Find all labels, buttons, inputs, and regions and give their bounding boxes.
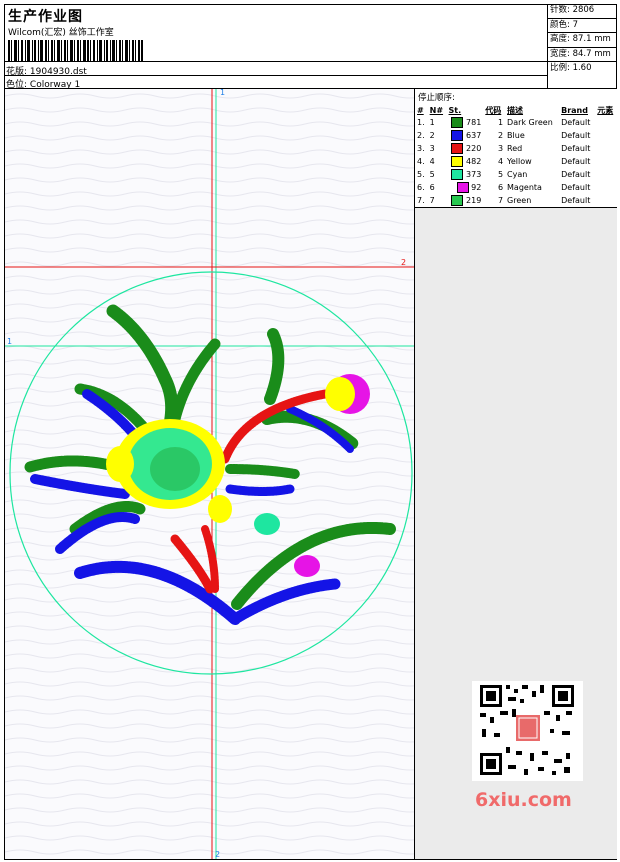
guide-label-right: 2 — [401, 258, 406, 267]
table-row: 6. 6 92 6 Magenta Default — [415, 181, 617, 194]
stats-box: 针数: 2806 颜色: 7 高度: 87.1 mm 宽度: 84.7 mm 比… — [548, 4, 617, 76]
row-desc: Green — [507, 196, 532, 205]
row-brand: Default — [561, 183, 591, 192]
row-number: 5. — [417, 170, 425, 179]
stitch-count: 针数: 2806 — [548, 4, 617, 19]
row-n: 1 — [429, 118, 435, 127]
row-code: 2 — [497, 131, 504, 140]
row-n: 7 — [429, 196, 435, 205]
col-desc: 描述 — [507, 105, 524, 115]
row-stitches: 781 — [466, 118, 482, 127]
legend-title: 停止顺序: — [418, 93, 455, 103]
row-element — [595, 155, 617, 168]
row-code: 1 — [497, 118, 504, 127]
col-code: 代码 — [485, 105, 502, 115]
row-element — [595, 142, 617, 155]
page-title: 生产作业图 — [8, 9, 83, 25]
header-divider — [4, 75, 547, 76]
row-code: 6 — [497, 183, 504, 192]
row-stitches: 92 — [471, 183, 482, 192]
guide-label-top: 1 — [220, 89, 225, 97]
table-row: 7. 7 219 7 Green Default — [415, 194, 617, 207]
company-name: Wilcom(汇宏) 丝饰工作室 — [8, 28, 114, 38]
col-hash: # — [417, 105, 424, 115]
row-stitches: 482 — [466, 157, 482, 166]
row-n: 6 — [429, 183, 435, 192]
color-swatch — [451, 169, 464, 180]
row-element — [595, 116, 617, 129]
col-n: N# — [429, 105, 444, 115]
color-table: # N# St. 代码 描述 Brand 元素 1. 1 781 1 Dark Gre… — [415, 104, 617, 207]
row-desc: Red — [507, 144, 523, 153]
design-scale: 比例: 1.60 — [550, 63, 592, 73]
qr-code — [472, 681, 583, 781]
row-n: 5 — [429, 170, 435, 179]
row-number: 6. — [417, 183, 425, 192]
guide-label-bottom: 2 — [215, 850, 220, 859]
guide-label-left: 1 — [7, 337, 12, 346]
design-width: 宽度: 84.7 mm — [548, 48, 617, 62]
row-number: 7. — [417, 196, 425, 205]
row-element — [595, 194, 617, 207]
row-stitches: 220 — [466, 144, 482, 153]
design-height: 高度: 87.1 mm — [548, 33, 617, 48]
design-canvas: 1 2 1 2 — [5, 88, 414, 859]
color-swatch — [456, 182, 469, 193]
color-swatch — [451, 117, 464, 128]
row-stitches: 219 — [466, 196, 482, 205]
row-code: 5 — [497, 170, 504, 179]
col-stitches: St. — [448, 105, 462, 115]
barcode — [8, 40, 143, 62]
table-row: 1. 1 781 1 Dark Green Default — [415, 116, 617, 129]
row-desc: Cyan — [507, 170, 528, 179]
row-n: 4 — [429, 157, 435, 166]
row-element — [595, 181, 617, 194]
row-element — [595, 129, 617, 142]
watermark-logo: 6xiu.com — [475, 789, 572, 811]
row-code: 7 — [497, 196, 504, 205]
color-swatch — [451, 195, 464, 206]
table-header: # N# St. 代码 描述 Brand 元素 — [415, 104, 617, 116]
color-swatch — [451, 143, 464, 154]
row-brand: Default — [561, 157, 591, 166]
row-element — [595, 168, 617, 181]
row-brand: Default — [561, 144, 591, 153]
row-desc: Yellow — [507, 157, 532, 166]
row-desc: Magenta — [507, 183, 542, 192]
row-brand: Default — [561, 118, 591, 127]
row-number: 1. — [417, 118, 425, 127]
row-desc: Dark Green — [507, 118, 553, 127]
table-row: 2. 2 637 2 Blue Default — [415, 129, 617, 142]
color-swatch — [451, 130, 464, 141]
color-legend: 停止顺序: # N# St. 代码 描述 Brand 元素 1. 1 781 1 Da… — [415, 89, 617, 208]
color-swatch — [451, 156, 464, 167]
row-stitches: 373 — [466, 170, 482, 179]
header: 生产作业图 Wilcom(汇宏) 丝饰工作室 花版: 1904930.dst 色… — [4, 4, 617, 90]
row-code: 3 — [497, 144, 504, 153]
row-stitches: 637 — [466, 131, 482, 140]
header-divider — [4, 61, 547, 62]
row-number: 4. — [417, 157, 425, 166]
col-brand: Brand — [561, 105, 588, 115]
color-count: 颜色: 7 — [548, 19, 617, 33]
row-n: 2 — [429, 131, 435, 140]
row-desc: Blue — [507, 131, 525, 140]
row-code: 4 — [497, 157, 504, 166]
table-row: 3. 3 220 3 Red Default — [415, 142, 617, 155]
row-number: 3. — [417, 144, 425, 153]
row-brand: Default — [561, 131, 591, 140]
col-element: 元素 — [597, 105, 614, 115]
embroidery-preview: 1 2 1 2 — [5, 88, 414, 859]
row-number: 2. — [417, 131, 425, 140]
qr-center-seal — [516, 715, 540, 741]
table-row: 5. 5 373 5 Cyan Default — [415, 168, 617, 181]
row-brand: Default — [561, 196, 591, 205]
row-brand: Default — [561, 170, 591, 179]
side-panel: 停止顺序: # N# St. 代码 描述 Brand 元素 1. 1 781 1 Da… — [414, 89, 617, 859]
table-row: 4. 4 482 4 Yellow Default — [415, 155, 617, 168]
row-n: 3 — [429, 144, 435, 153]
